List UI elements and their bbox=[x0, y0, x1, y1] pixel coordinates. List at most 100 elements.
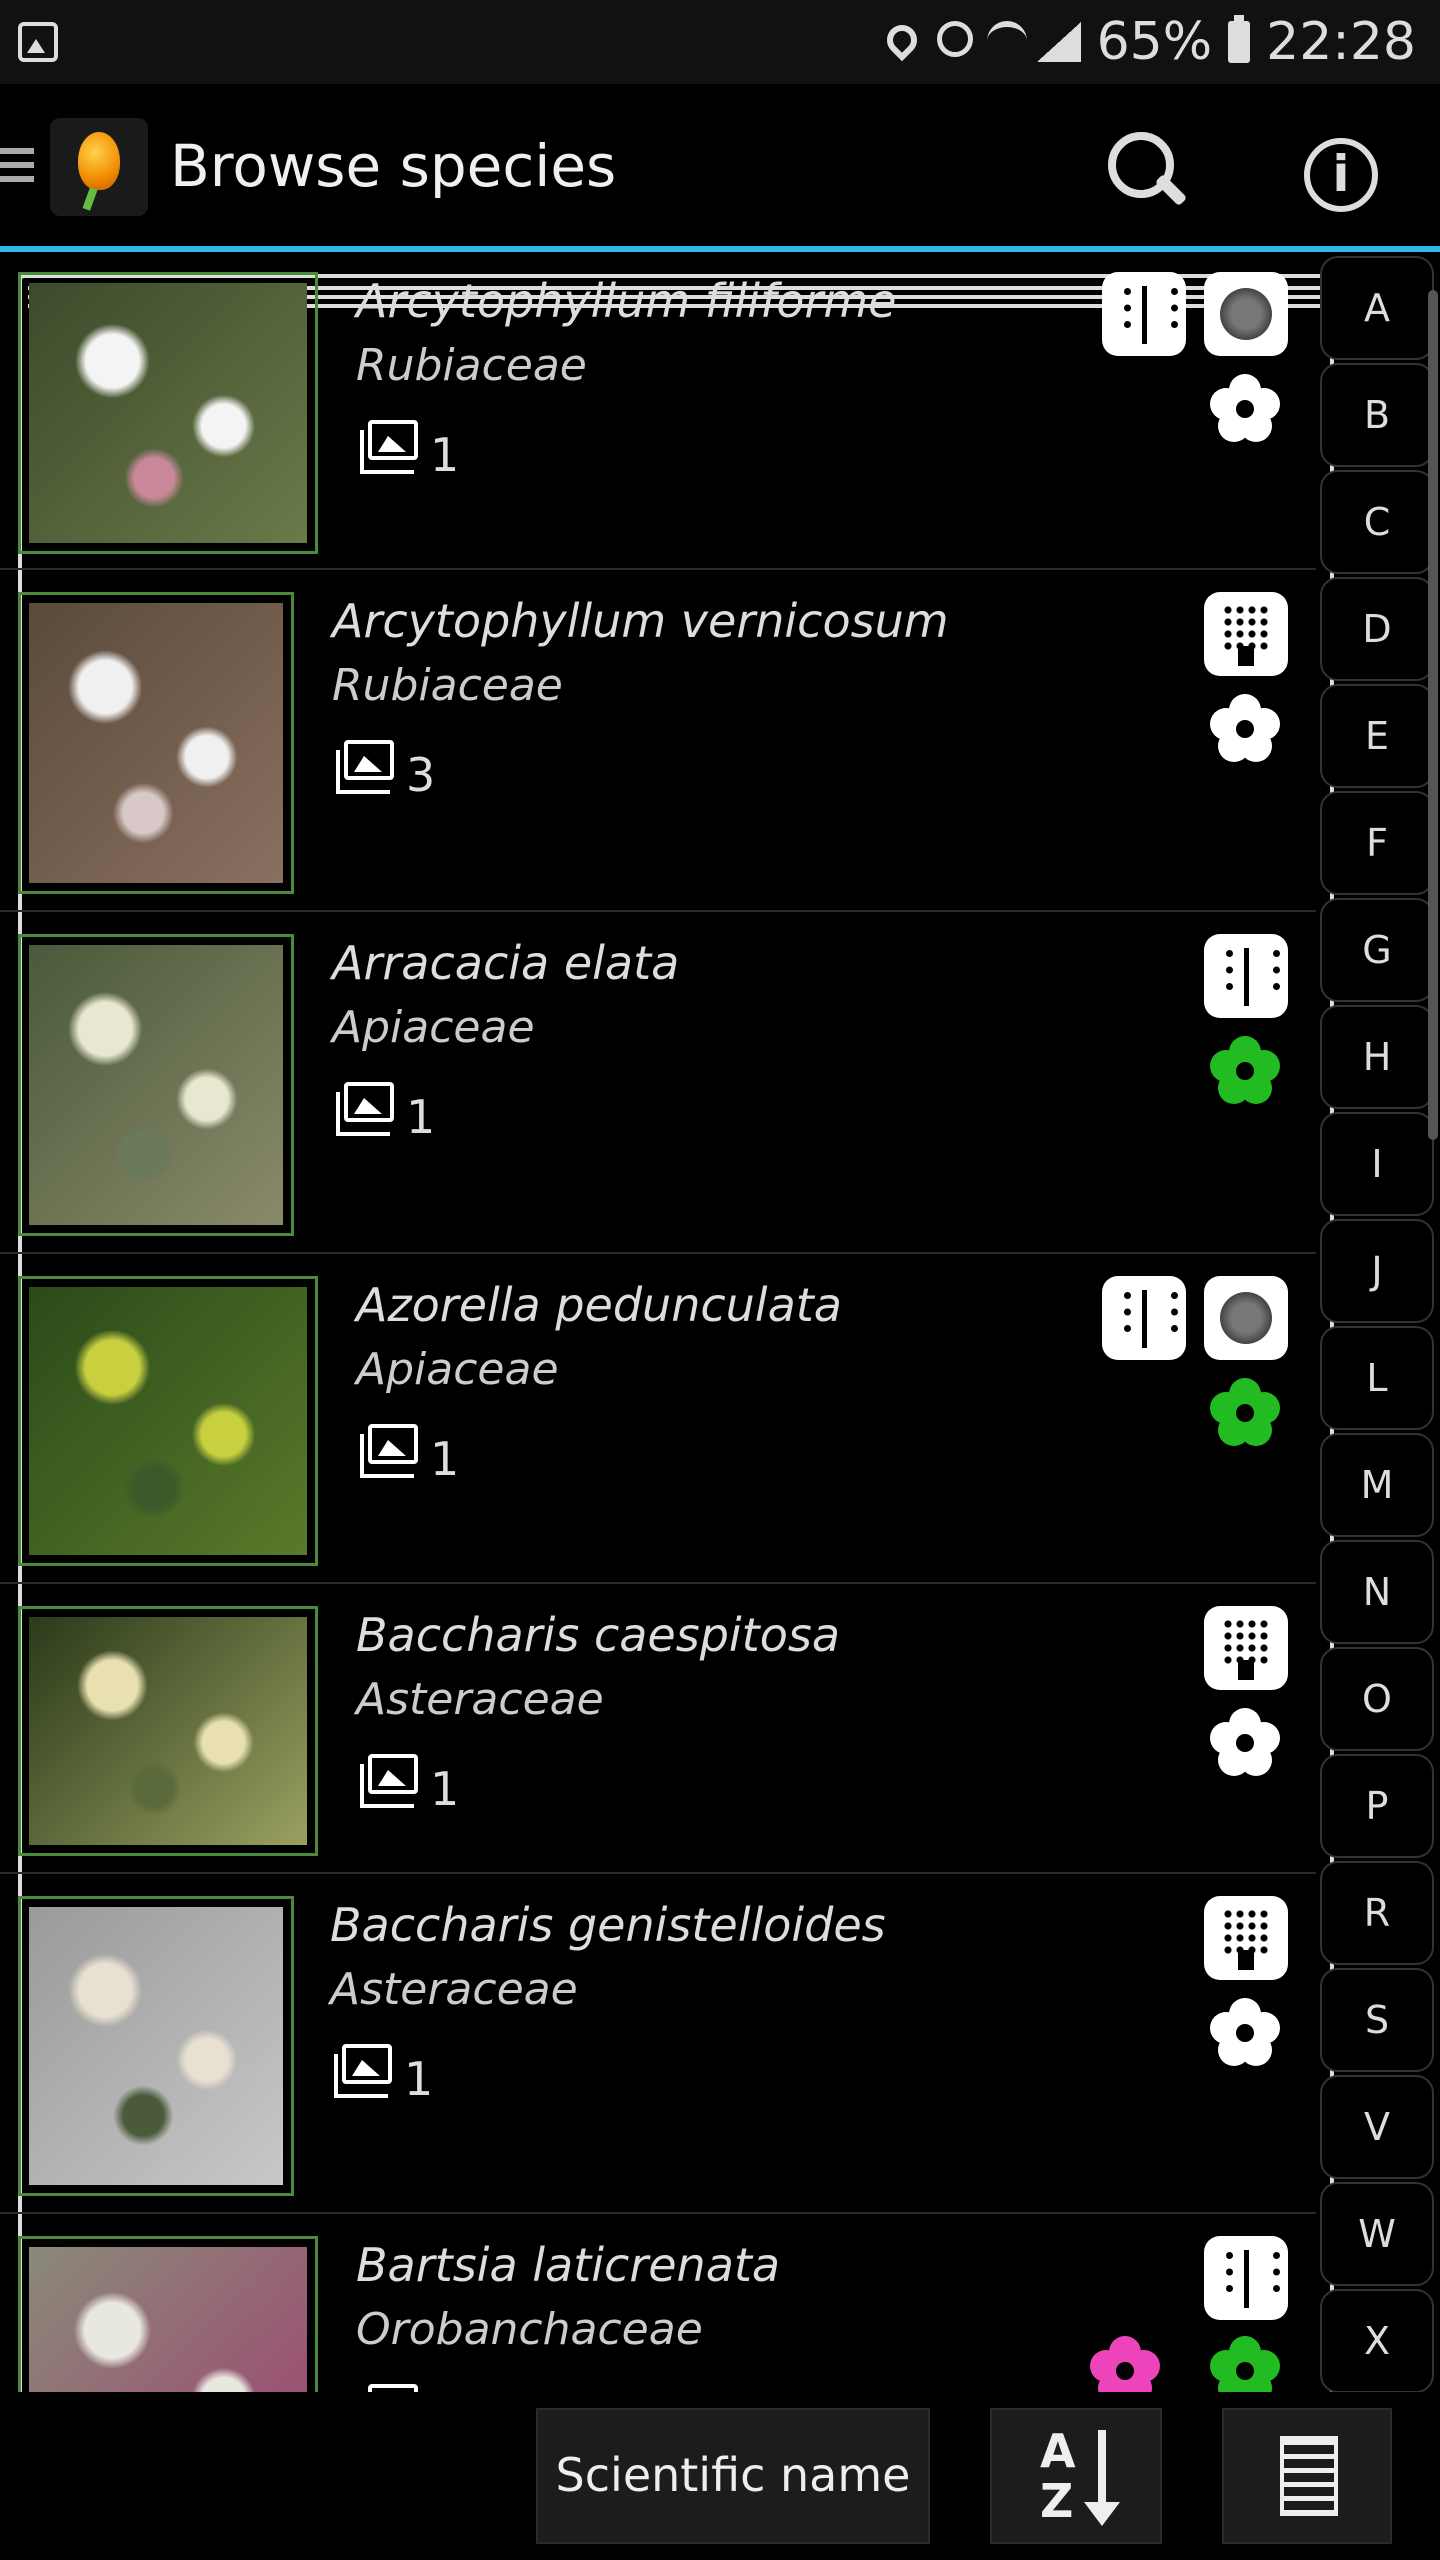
species-name: Baccharis genistelloides bbox=[330, 1898, 886, 1952]
page-title: Browse species bbox=[170, 132, 617, 200]
species-thumbnail[interactable] bbox=[18, 272, 318, 554]
photos-icon bbox=[368, 2384, 418, 2392]
pink-flower-icon bbox=[1090, 2336, 1160, 2392]
species-thumbnail[interactable] bbox=[18, 1896, 294, 2196]
species-thumbnail[interactable] bbox=[18, 934, 294, 1236]
inflorescence-icon bbox=[1204, 1896, 1288, 1980]
sort-order-button[interactable]: A Z bbox=[990, 2408, 1162, 2544]
sort-a-label: A bbox=[1040, 2424, 1076, 2478]
species-thumbnail[interactable] bbox=[18, 1276, 318, 1566]
wifi-icon bbox=[986, 21, 1027, 61]
photo-count: 1 bbox=[404, 2052, 434, 2106]
alarm-icon bbox=[936, 21, 973, 57]
inflorescence-icon bbox=[1204, 592, 1288, 676]
scrollbar[interactable] bbox=[1428, 290, 1438, 1140]
green-flower-icon bbox=[1210, 1036, 1280, 1106]
species-row[interactable]: Baccharis genistelloides Asteraceae 1 bbox=[0, 1876, 1316, 2214]
species-list[interactable]: Arcytophyllum filiforme Rubiaceae 1 Arcytop… bbox=[0, 252, 1316, 2392]
green-flower-icon bbox=[1210, 2336, 1280, 2392]
green-flower-icon bbox=[1210, 1378, 1280, 1448]
index-letter-j[interactable]: J bbox=[1320, 1219, 1434, 1323]
search-icon[interactable] bbox=[1108, 132, 1188, 212]
battery-percent: 65% bbox=[1096, 12, 1213, 72]
index-letter-s[interactable]: S bbox=[1320, 1968, 1434, 2072]
species-thumbnail[interactable] bbox=[18, 1606, 318, 1856]
species-name: Azorella pedunculata bbox=[356, 1278, 842, 1332]
app-bar: Browse species i bbox=[0, 84, 1440, 246]
index-letter-h[interactable]: H bbox=[1320, 1005, 1434, 1109]
photos-icon bbox=[334, 2044, 392, 2098]
species-name: Arcytophyllum filiforme bbox=[356, 274, 897, 328]
info-icon[interactable]: i bbox=[1304, 138, 1378, 212]
photos-icon bbox=[360, 1754, 418, 1808]
white-flower-icon bbox=[1210, 1708, 1280, 1778]
bottom-bar: Scientific name A Z bbox=[0, 2392, 1440, 2560]
species-thumbnail[interactable] bbox=[18, 592, 294, 894]
index-letter-c[interactable]: C bbox=[1320, 470, 1434, 574]
species-family: Rubiaceae bbox=[332, 660, 563, 711]
species-name: Arracacia elata bbox=[332, 936, 680, 990]
photo-count: 1 bbox=[430, 1762, 460, 1816]
index-letter-o[interactable]: O bbox=[1320, 1647, 1434, 1751]
location-icon bbox=[880, 18, 923, 62]
photos-icon bbox=[336, 1082, 394, 1136]
index-letter-p[interactable]: P bbox=[1320, 1754, 1434, 1858]
white-flower-icon bbox=[1210, 1998, 1280, 2068]
species-family: Apiaceae bbox=[356, 1344, 559, 1395]
species-family: Asteraceae bbox=[330, 1964, 578, 2015]
index-letter-b[interactable]: B bbox=[1320, 363, 1434, 467]
flower-cluster-icon bbox=[1204, 272, 1288, 356]
document-list-icon bbox=[1280, 2436, 1338, 2516]
sort-z-label: Z bbox=[1040, 2474, 1074, 2528]
index-letter-d[interactable]: D bbox=[1320, 577, 1434, 681]
sort-arrow-icon bbox=[1084, 2430, 1120, 2526]
clock: 22:28 bbox=[1266, 12, 1416, 72]
species-row[interactable]: Arcytophyllum filiforme Rubiaceae 1 bbox=[0, 252, 1316, 570]
index-letter-m[interactable]: M bbox=[1320, 1433, 1434, 1537]
species-name: Baccharis caespitosa bbox=[356, 1608, 841, 1662]
species-row[interactable]: Bartsia laticrenata Orobanchaceae bbox=[0, 2216, 1316, 2392]
battery-icon bbox=[1228, 15, 1251, 63]
index-letter-r[interactable]: R bbox=[1320, 1861, 1434, 1965]
photos-icon bbox=[360, 1424, 418, 1478]
index-letter-l[interactable]: L bbox=[1320, 1326, 1434, 1430]
index-letter-w[interactable]: W bbox=[1320, 2182, 1434, 2286]
index-letter-e[interactable]: E bbox=[1320, 684, 1434, 788]
app-logo[interactable] bbox=[50, 118, 148, 216]
photos-icon bbox=[360, 420, 418, 474]
notification-image-icon bbox=[18, 22, 58, 62]
sort-field-button[interactable]: Scientific name bbox=[536, 2408, 930, 2544]
index-letter-a[interactable]: A bbox=[1320, 256, 1434, 360]
photo-count: 1 bbox=[430, 1432, 460, 1486]
menu-icon[interactable] bbox=[0, 144, 36, 184]
species-name: Arcytophyllum vernicosum bbox=[332, 594, 949, 648]
species-family: Apiaceae bbox=[332, 1002, 535, 1053]
species-row[interactable]: Arcytophyllum vernicosum Rubiaceae 3 bbox=[0, 572, 1316, 912]
inflorescence-icon bbox=[1204, 1606, 1288, 1690]
index-letter-n[interactable]: N bbox=[1320, 1540, 1434, 1644]
photo-count: 3 bbox=[406, 748, 436, 802]
species-family: Rubiaceae bbox=[356, 340, 587, 391]
index-letter-v[interactable]: V bbox=[1320, 2075, 1434, 2179]
species-thumbnail[interactable] bbox=[18, 2236, 318, 2392]
species-family: Orobanchaceae bbox=[356, 2304, 703, 2355]
status-bar: 65% 22:28 bbox=[0, 0, 1440, 2414]
white-flower-icon bbox=[1210, 694, 1280, 764]
index-letter-i[interactable]: I bbox=[1320, 1112, 1434, 1216]
index-letter-x[interactable]: X bbox=[1320, 2289, 1434, 2392]
species-row[interactable]: Baccharis caespitosa Asteraceae 1 bbox=[0, 1586, 1316, 1874]
flower-cluster-icon bbox=[1204, 1276, 1288, 1360]
index-letter-g[interactable]: G bbox=[1320, 898, 1434, 1002]
index-letter-f[interactable]: F bbox=[1320, 791, 1434, 895]
species-row[interactable]: Azorella pedunculata Apiaceae 1 bbox=[0, 1256, 1316, 1584]
photo-count: 1 bbox=[406, 1090, 436, 1144]
leaf-icon bbox=[1102, 1276, 1186, 1360]
leaf-icon bbox=[1102, 272, 1186, 356]
species-row[interactable]: Arracacia elata Apiaceae 1 bbox=[0, 914, 1316, 1254]
photos-icon bbox=[336, 740, 394, 794]
leaf-icon bbox=[1204, 934, 1288, 1018]
list-view-button[interactable] bbox=[1222, 2408, 1392, 2544]
species-family: Asteraceae bbox=[356, 1674, 604, 1725]
leaf-icon bbox=[1204, 2236, 1288, 2320]
alphabet-index[interactable]: ABCDEFGHIJLMNOPRSVWX bbox=[1316, 252, 1440, 2392]
